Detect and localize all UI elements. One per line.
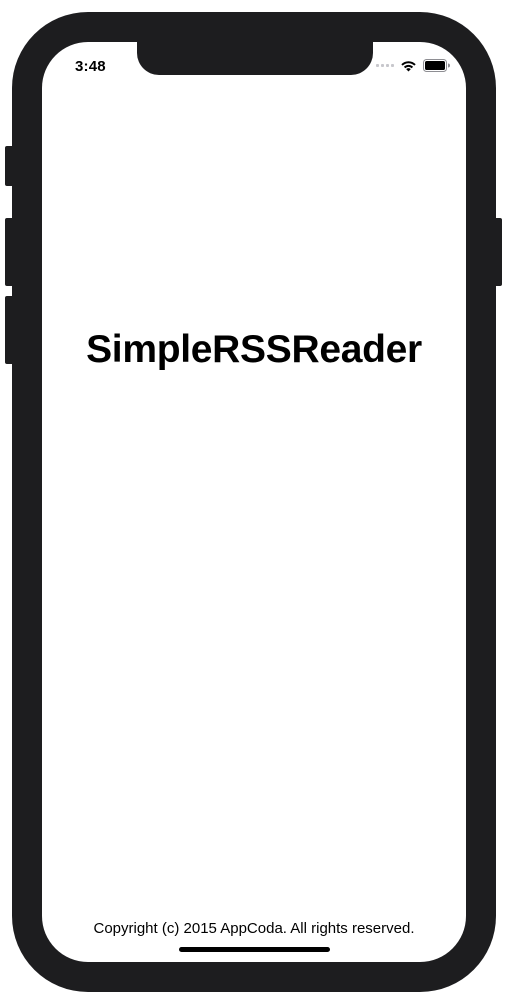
home-indicator[interactable] [179, 947, 330, 952]
launch-screen: 3:48 SimpleRSSReader Copyright (c) 2015 … [42, 42, 466, 962]
copyright-label: Copyright (c) 2015 AppCoda. All rights r… [93, 920, 415, 937]
app-title: SimpleRSSReader [86, 328, 422, 371]
status-bar-time: 3:48 [75, 58, 106, 75]
simulator-canvas: 3:48 SimpleRSSReader Copyright (c) 2015 … [0, 0, 507, 993]
wifi-icon [400, 60, 417, 72]
cellular-signal-icon [376, 64, 394, 67]
status-bar-indicators [376, 59, 450, 72]
notch [137, 42, 373, 75]
battery-icon [423, 59, 450, 72]
